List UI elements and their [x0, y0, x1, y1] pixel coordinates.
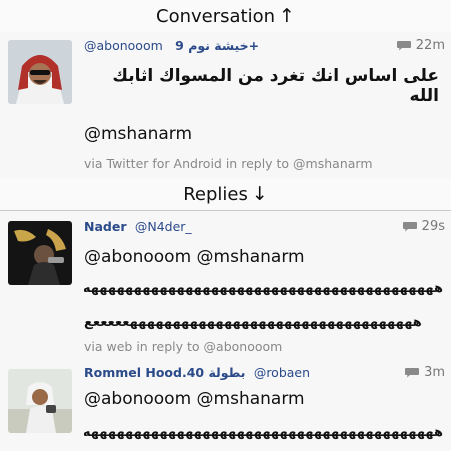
- author-line[interactable]: @abonooom خيشة نوم 9+: [84, 38, 259, 53]
- tweet-source[interactable]: via web in reply to @abonooom: [84, 339, 282, 354]
- conversation-header: Conversation ↑: [0, 0, 451, 33]
- conversation-bubble-icon: [396, 41, 411, 51]
- tweet-source[interactable]: via Twitter for Android in reply to @msh…: [84, 156, 373, 171]
- author-name[interactable]: Rommel Hood.40 بطولة: [84, 365, 245, 380]
- reply-text-line: ههههههههههههههههههههههههههههههههههعععععع: [84, 315, 422, 330]
- reply-text-line: هههههههههههههههههههههههههههههههههههههههه…: [84, 425, 443, 440]
- reply-text-line: هههههههههههههههههههههههههههههههههههههههه…: [84, 281, 443, 296]
- tweet-meta: Rommel Hood.40 بطولة @robaen 3m: [84, 365, 445, 383]
- replies-header: Replies ↓: [0, 178, 451, 211]
- reply-tweet[interactable]: Nader @N4der_ 29s @abonooom @mshanarm هه…: [0, 211, 451, 360]
- author-handle[interactable]: @robaen: [254, 365, 310, 380]
- tweet-time: 29s: [402, 219, 445, 234]
- avatar[interactable]: [8, 40, 72, 104]
- author-name[interactable]: Nader: [84, 219, 127, 234]
- tweet-text: على اساس انك تغرد من المسواك اثابك الله: [112, 66, 439, 106]
- time-label: 22m: [415, 38, 445, 53]
- tweet-time: 3m: [404, 365, 445, 380]
- original-tweet[interactable]: @abonooom خيشة نوم 9+ 22m على اساس انك ت…: [0, 32, 451, 179]
- time-label: 29s: [421, 219, 445, 234]
- time-label: 3m: [424, 365, 445, 380]
- conversation-bubble-icon: [405, 368, 420, 378]
- arrow-up-icon: ↑: [279, 5, 295, 27]
- tweet-mention[interactable]: @mshanarm: [84, 124, 441, 144]
- avatar[interactable]: [8, 221, 72, 285]
- reply-mentions[interactable]: @abonooom @mshanarm: [84, 247, 441, 267]
- arrow-down-icon: ↓: [251, 183, 268, 205]
- author-name[interactable]: خيشة نوم 9+: [175, 38, 259, 53]
- conversation-bubble-icon: [402, 222, 417, 232]
- author-line[interactable]: Rommel Hood.40 بطولة @robaen: [84, 365, 310, 380]
- tweet-time: 22m: [396, 38, 445, 53]
- author-line[interactable]: Nader @N4der_: [84, 219, 192, 234]
- reply-tweet[interactable]: Rommel Hood.40 بطولة @robaen 3m @abonooo…: [0, 359, 451, 451]
- avatar[interactable]: [8, 369, 72, 433]
- author-handle[interactable]: @N4der_: [135, 219, 192, 234]
- conversation-label: Conversation: [156, 5, 276, 27]
- tweet-meta: @abonooom خيشة نوم 9+ 22m: [84, 38, 445, 56]
- replies-label: Replies: [183, 183, 248, 205]
- author-handle[interactable]: @abonooom: [84, 38, 163, 53]
- tweet-meta: Nader @N4der_ 29s: [84, 219, 445, 237]
- reply-mentions[interactable]: @abonooom @mshanarm: [84, 389, 441, 409]
